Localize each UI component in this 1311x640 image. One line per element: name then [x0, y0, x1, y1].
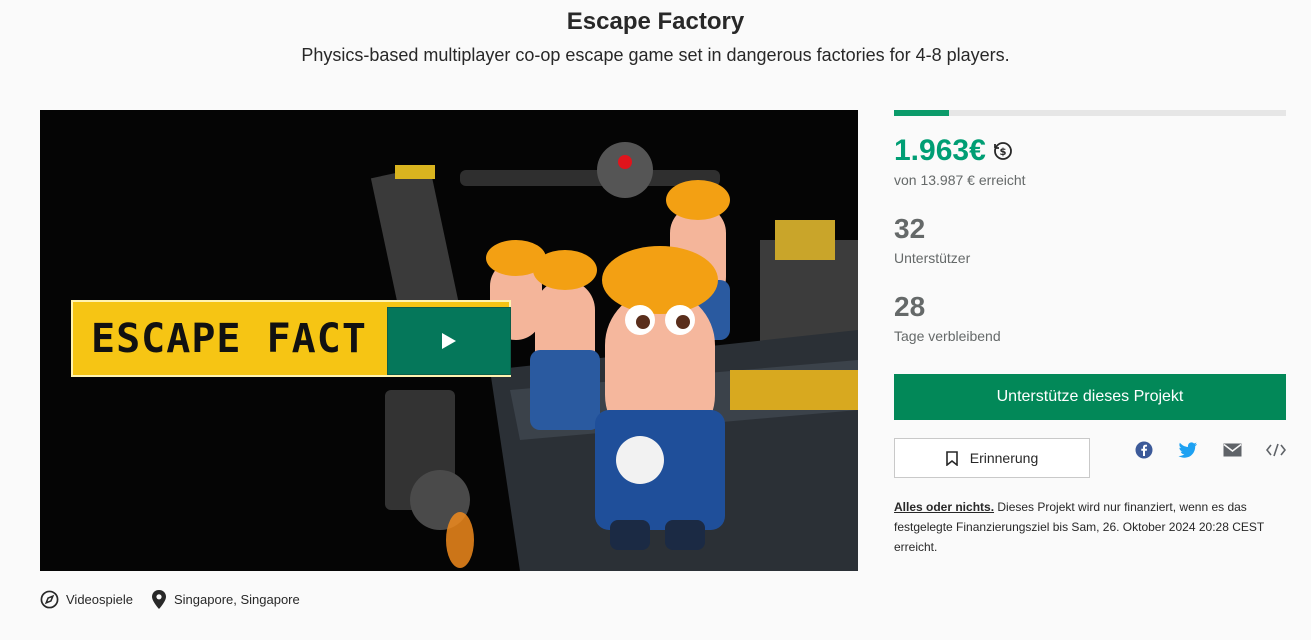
location-link[interactable]: Singapore, Singapore [151, 589, 300, 610]
pledged-amount-row: 1.963€ $ [894, 134, 1014, 168]
project-meta: Videospiele Singapore, Singapore [40, 589, 300, 610]
pledged-amount: 1.963€ [894, 134, 986, 167]
back-project-button[interactable]: Unterstütze dieses Projekt [894, 374, 1286, 420]
bookmark-icon [945, 450, 958, 466]
twitter-icon[interactable] [1177, 441, 1199, 459]
project-video[interactable]: ESCAPE FACT [40, 110, 858, 571]
all-or-nothing-notice: Alles oder nichts. Dieses Projekt wird n… [894, 497, 1286, 557]
backers-label: Unterstützer [894, 250, 971, 266]
days-remaining-label: Tage verbleibend [894, 328, 1001, 344]
mail-icon[interactable] [1221, 441, 1243, 459]
project-subtitle: Physics-based multiplayer co-op escape g… [301, 45, 1010, 65]
location-label: Singapore, Singapore [173, 592, 300, 607]
embed-icon[interactable] [1265, 441, 1287, 459]
project-title: Escape Factory [566, 8, 745, 35]
funding-progress-bar [894, 110, 1286, 116]
play-video-button[interactable] [387, 307, 511, 375]
days-remaining-count: 28 [894, 291, 926, 322]
category-link[interactable]: Videospiele [40, 590, 133, 609]
remind-me-button[interactable]: Erinnerung [894, 438, 1090, 478]
remind-label: Erinnerung [969, 450, 1039, 466]
play-icon [442, 333, 456, 349]
backers-count: 32 [894, 213, 926, 244]
svg-text:$: $ [999, 147, 1006, 158]
funding-progress-fill [894, 110, 949, 116]
facebook-icon[interactable] [1133, 441, 1155, 459]
category-label: Videospiele [66, 592, 133, 607]
currency-convert-icon[interactable]: $ [992, 140, 1014, 162]
project-page: Escape Factory Physics-based multiplayer… [0, 0, 1311, 640]
location-pin-icon [151, 590, 166, 609]
all-or-nothing-link[interactable]: Alles oder nichts. [894, 500, 994, 514]
goal-text: von 13.987 € erreicht [894, 172, 1026, 188]
compass-icon [40, 590, 59, 609]
